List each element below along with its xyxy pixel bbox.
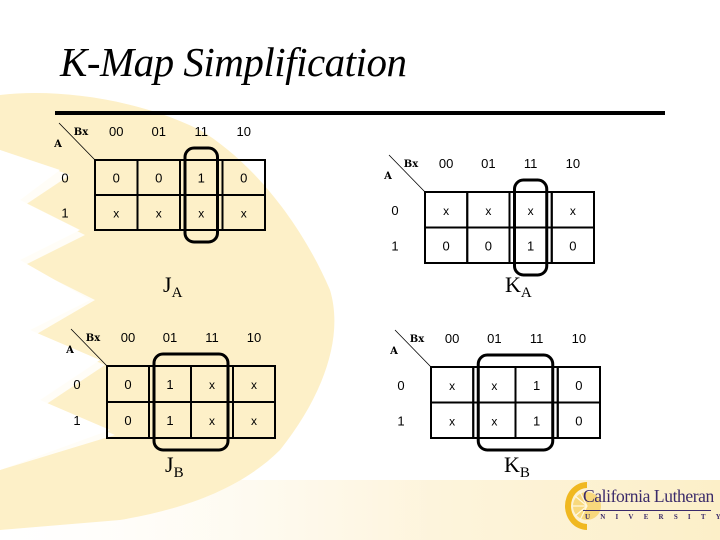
label-ka: KA xyxy=(505,272,532,302)
label-kb-main: K xyxy=(504,452,520,477)
university-logo: California Lutheran UNIVERSITY xyxy=(563,478,720,534)
label-ka-main: K xyxy=(505,272,521,297)
label-ja: JA xyxy=(163,272,182,302)
label-jb: JB xyxy=(165,452,184,482)
label-kb: KB xyxy=(504,452,530,482)
logo-wordmark: California Lutheran xyxy=(583,486,714,506)
title-underline xyxy=(55,111,665,115)
slide-title: K-Map Simplification xyxy=(60,39,407,85)
label-ja-sub: A xyxy=(171,285,183,301)
label-jb-sub: B xyxy=(173,465,184,481)
logo-divider xyxy=(583,510,711,511)
label-jb-main: J xyxy=(165,452,174,477)
label-kb-sub: B xyxy=(519,465,530,481)
label-ja-main: J xyxy=(163,272,172,297)
label-ka-sub: A xyxy=(520,285,532,301)
logo-subtitle: UNIVERSITY xyxy=(585,513,720,521)
